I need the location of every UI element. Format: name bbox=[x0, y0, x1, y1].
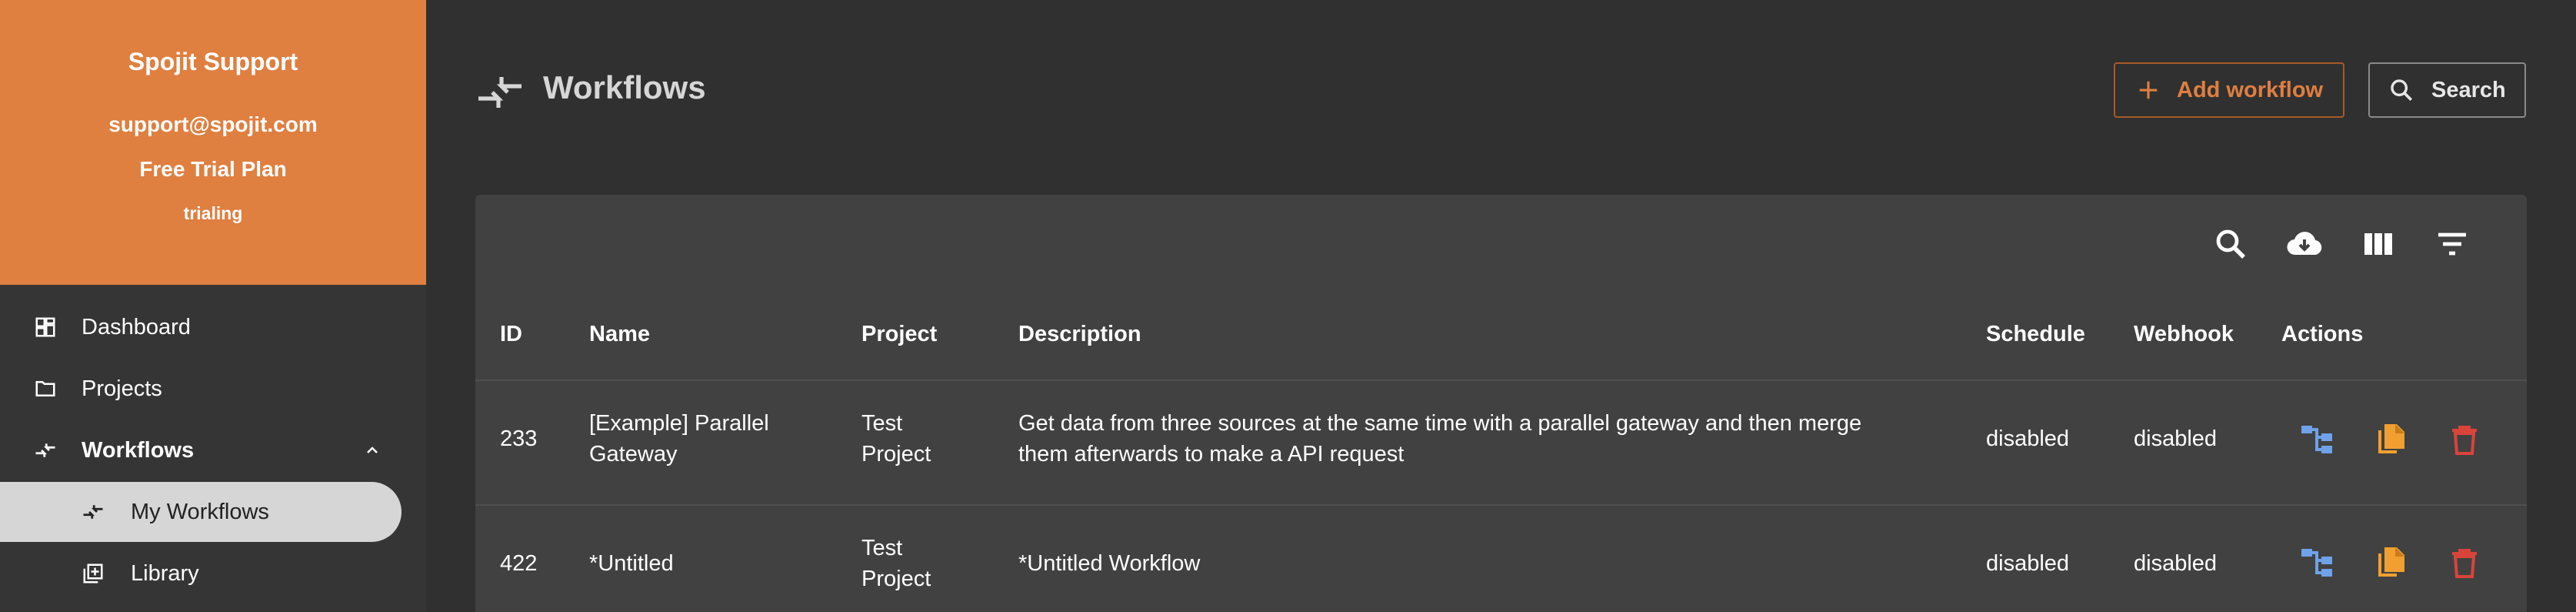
sidebar-item-dashboard[interactable]: Dashboard bbox=[0, 297, 426, 357]
cell-schedule: disabled bbox=[1986, 426, 2070, 451]
cell-name-line1: *Untitled bbox=[589, 551, 674, 576]
cell-description-line2: them afterwards to make a API request bbox=[1018, 442, 1405, 467]
sidebar-item-label: Projects bbox=[82, 376, 162, 401]
folder-icon bbox=[35, 381, 55, 396]
search-icon[interactable] bbox=[2212, 226, 2249, 263]
sidebar-subitem-my-workflows[interactable]: My Workflows bbox=[0, 482, 402, 542]
view-columns-icon[interactable] bbox=[2360, 226, 2397, 263]
add-workflow-button[interactable]: Add workflow bbox=[2114, 62, 2344, 118]
chevron-up-icon[interactable] bbox=[363, 441, 382, 460]
cloud-download-icon[interactable] bbox=[2286, 226, 2323, 263]
sidebar-subitem-label: My Workflows bbox=[131, 499, 269, 524]
search-label: Search bbox=[2431, 77, 2506, 102]
search-icon bbox=[2391, 79, 2413, 102]
column-header-schedule[interactable]: Schedule bbox=[1986, 322, 2085, 347]
column-header-description[interactable]: Description bbox=[1018, 322, 1141, 347]
cell-schedule: disabled bbox=[1986, 551, 2070, 576]
table-row[interactable]: 233 [Example] Parallel Gateway Test Proj… bbox=[475, 380, 2527, 504]
sidebar-item-label: Workflows bbox=[82, 437, 195, 463]
copy-icon[interactable] bbox=[2372, 421, 2409, 458]
column-header-actions: Actions bbox=[2281, 322, 2364, 346]
filter-icon[interactable] bbox=[2434, 226, 2471, 263]
plus-icon bbox=[2139, 81, 2158, 99]
company-name: Spojit Support bbox=[128, 48, 298, 75]
dashboard-icon bbox=[35, 317, 55, 337]
delete-icon[interactable] bbox=[2446, 544, 2483, 581]
flow-editor-icon[interactable] bbox=[2298, 544, 2335, 581]
account-status: trialing bbox=[183, 203, 243, 223]
sidebar-subitem-library[interactable]: Library bbox=[0, 543, 402, 604]
sidebar-item-label: Dashboard bbox=[82, 314, 191, 339]
sidebar-subitem-label: Library bbox=[131, 560, 199, 586]
page-title: Workflows bbox=[543, 69, 706, 105]
workflow-icon bbox=[83, 505, 103, 519]
account-plan: Free Trial Plan bbox=[139, 157, 287, 181]
library-icon bbox=[83, 564, 103, 584]
cell-name-line1: [Example] Parallel bbox=[589, 411, 769, 436]
cell-webhook: disabled bbox=[2134, 426, 2218, 451]
workflow-icon bbox=[35, 443, 55, 457]
search-button[interactable]: Search bbox=[2368, 62, 2526, 118]
cell-project-line1: Test bbox=[861, 411, 903, 436]
workflows-table: ID Name Project Description Schedule Web… bbox=[475, 195, 2527, 612]
table-row[interactable]: 422 *Untitled Test Project *Untitled Wor… bbox=[475, 504, 2527, 612]
cell-project-line1: Test bbox=[861, 536, 903, 560]
sidebar: Spojit Support support@spojit.com Free T… bbox=[0, 0, 426, 612]
cell-description-line1: Get data from three sources at the same … bbox=[1018, 411, 1862, 436]
flow-editor-icon[interactable] bbox=[2298, 421, 2335, 458]
cell-description-line1: *Untitled Workflow bbox=[1018, 551, 1201, 576]
cell-id: 422 bbox=[500, 551, 538, 576]
add-workflow-label: Add workflow bbox=[2177, 77, 2324, 102]
sidebar-item-workflows[interactable]: Workflows bbox=[0, 420, 426, 480]
copy-icon[interactable] bbox=[2372, 544, 2409, 581]
workflow-icon bbox=[478, 77, 522, 108]
column-header-webhook[interactable]: Webhook bbox=[2134, 322, 2234, 347]
cell-project-line2: Project bbox=[861, 567, 931, 591]
sidebar-item-projects[interactable]: Projects bbox=[0, 359, 426, 419]
cell-project-line2: Project bbox=[861, 442, 931, 467]
account-email: support@spojit.com bbox=[108, 112, 318, 136]
cell-id: 233 bbox=[500, 426, 538, 451]
column-header-name[interactable]: Name bbox=[589, 322, 650, 347]
cell-name-line2: Gateway bbox=[589, 442, 678, 467]
delete-icon[interactable] bbox=[2446, 421, 2483, 458]
account-panel: Spojit Support support@spojit.com Free T… bbox=[0, 0, 426, 285]
column-header-id[interactable]: ID bbox=[500, 322, 522, 347]
column-header-project[interactable]: Project bbox=[861, 322, 937, 347]
cell-webhook: disabled bbox=[2134, 551, 2218, 576]
